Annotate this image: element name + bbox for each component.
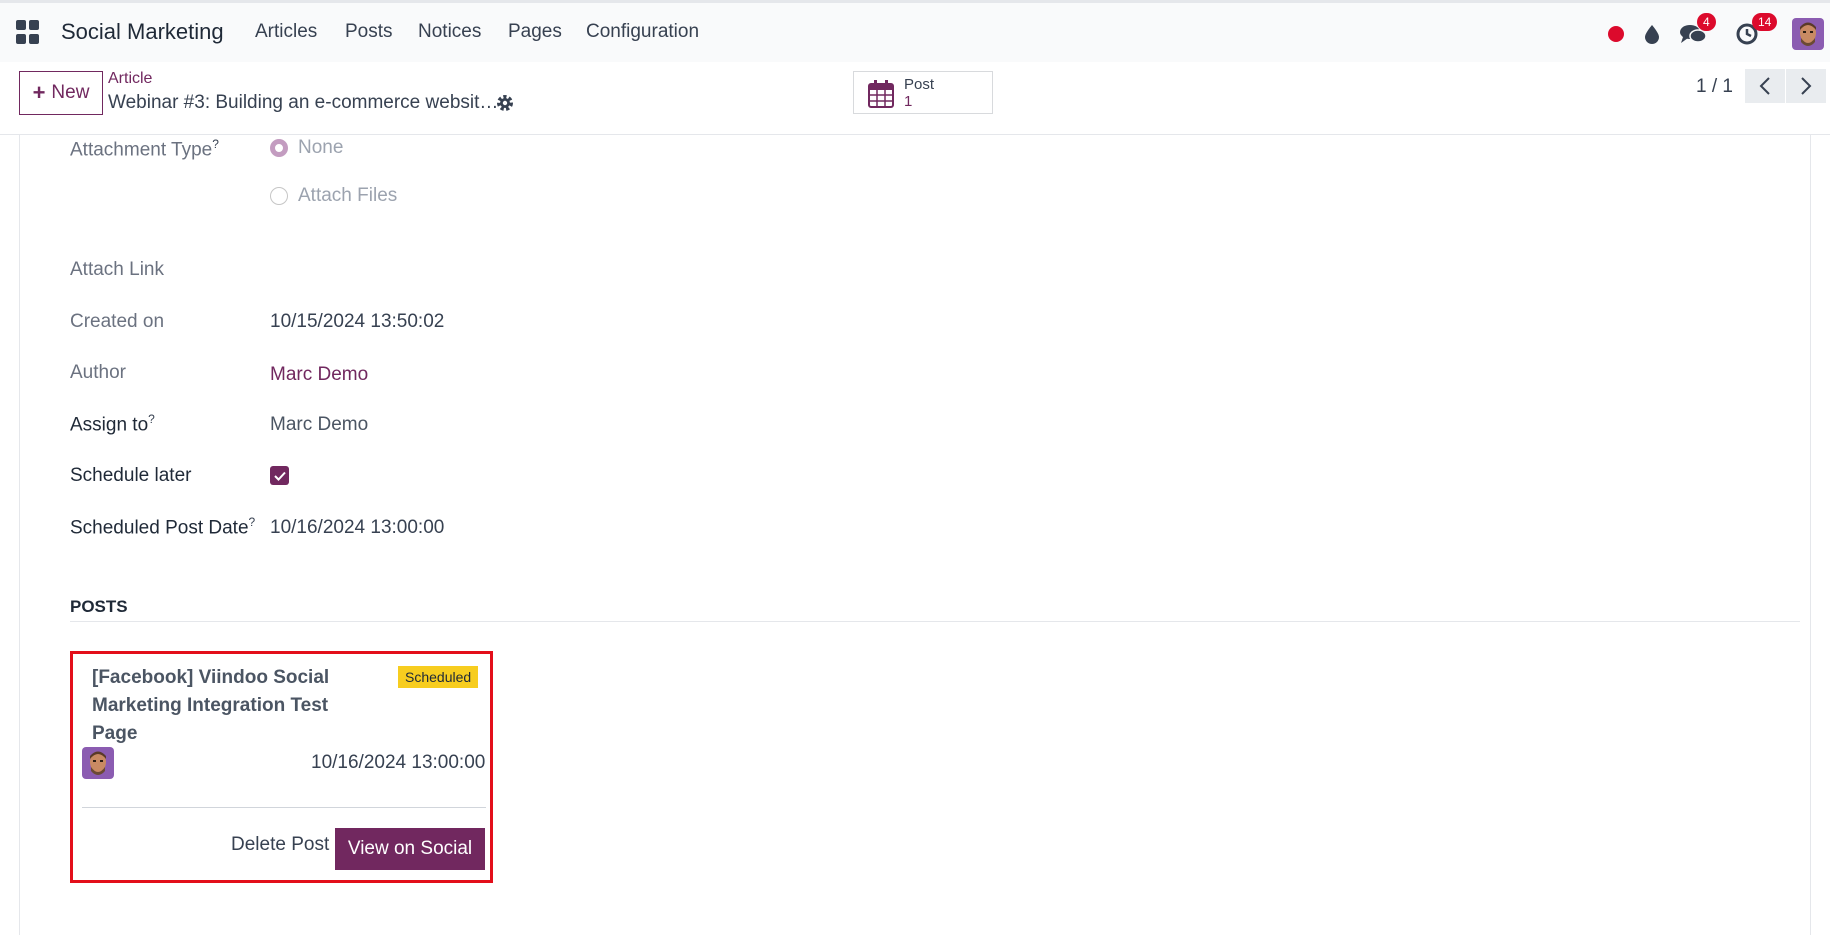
clock-icon[interactable] [1734, 3, 1760, 65]
post-date: 10/16/2024 13:00:00 [311, 752, 486, 773]
author-link[interactable]: Marc Demo [270, 364, 368, 386]
pager-value: 1 / 1 [1696, 76, 1733, 97]
calendar-icon [868, 80, 894, 113]
created-on-label: Created on [70, 311, 165, 332]
user-avatar[interactable] [1792, 18, 1824, 50]
help-icon: ? [248, 515, 256, 529]
menu-posts[interactable]: Posts [345, 21, 393, 43]
menu-pages[interactable]: Pages [508, 21, 562, 43]
form-sheet: Attachment Type? None Attach Files Attac… [19, 135, 1811, 935]
schedule-later-checkbox[interactable] [270, 466, 289, 485]
apps-menu-icon[interactable] [16, 20, 40, 44]
smart-button-label: Post [904, 76, 935, 93]
scheduled-post-date-label: Scheduled Post Date? [70, 515, 256, 539]
smart-button-value: 1 [904, 93, 913, 110]
assign-to-field[interactable]: Marc Demo [270, 414, 368, 436]
check-icon [273, 471, 286, 481]
droplet-icon[interactable] [1640, 3, 1664, 65]
breadcrumb-current: Webinar #3: Building an e-commerce websi… [108, 92, 499, 113]
radio-attach-files-label[interactable]: Attach Files [298, 185, 397, 207]
record-icon[interactable] [1606, 3, 1626, 65]
post-card[interactable]: [Facebook] Viindoo Social Marketing Inte… [70, 651, 493, 883]
control-panel: + New Article Webinar #3: Building an e-… [0, 62, 1830, 135]
menu-configuration[interactable]: Configuration [586, 21, 699, 43]
radio-none-label[interactable]: None [298, 137, 343, 159]
schedule-later-label: Schedule later [70, 465, 192, 486]
top-navbar: Social Marketing Articles Posts Notices … [0, 0, 1830, 62]
post-card-title: [Facebook] Viindoo Social Marketing Inte… [92, 667, 330, 744]
new-button-label: New [51, 82, 90, 103]
chevron-left-icon [1759, 77, 1770, 95]
delete-post-button[interactable]: Delete Post [223, 828, 337, 862]
new-button[interactable]: + New [19, 71, 103, 115]
section-divider [70, 621, 1800, 622]
gear-icon[interactable] [494, 92, 516, 114]
post-author-avatar [82, 747, 114, 779]
post-smart-button[interactable]: Post 1 [853, 71, 993, 114]
scheduled-post-date-field[interactable]: 10/16/2024 13:00:00 [270, 517, 444, 539]
chat-badge: 4 [1697, 13, 1716, 31]
menu-articles[interactable]: Articles [255, 21, 317, 43]
assign-to-label: Assign to? [70, 412, 155, 436]
card-divider [82, 807, 486, 808]
pager-next-button[interactable] [1786, 69, 1826, 103]
author-label: Author [70, 362, 126, 383]
attachment-type-label: Attachment Type? [70, 137, 219, 161]
status-badge: Scheduled [398, 666, 479, 688]
help-icon: ? [148, 412, 155, 426]
pager-previous-button[interactable] [1745, 69, 1785, 103]
menu-notices[interactable]: Notices [418, 21, 481, 43]
view-on-social-button[interactable]: View on Social [335, 828, 485, 870]
radio-attach-files[interactable] [270, 187, 288, 205]
chevron-right-icon [1801, 77, 1812, 95]
breadcrumb-parent[interactable]: Article [108, 70, 152, 88]
attach-link-label: Attach Link [70, 259, 164, 280]
activity-badge: 14 [1752, 13, 1778, 31]
posts-section-title: POSTS [70, 597, 128, 616]
created-on-value: 10/15/2024 13:50:02 [270, 311, 445, 332]
plus-icon: + [32, 80, 46, 105]
app-name[interactable]: Social Marketing [61, 19, 224, 45]
radio-none[interactable] [270, 139, 288, 157]
help-icon: ? [212, 137, 219, 151]
